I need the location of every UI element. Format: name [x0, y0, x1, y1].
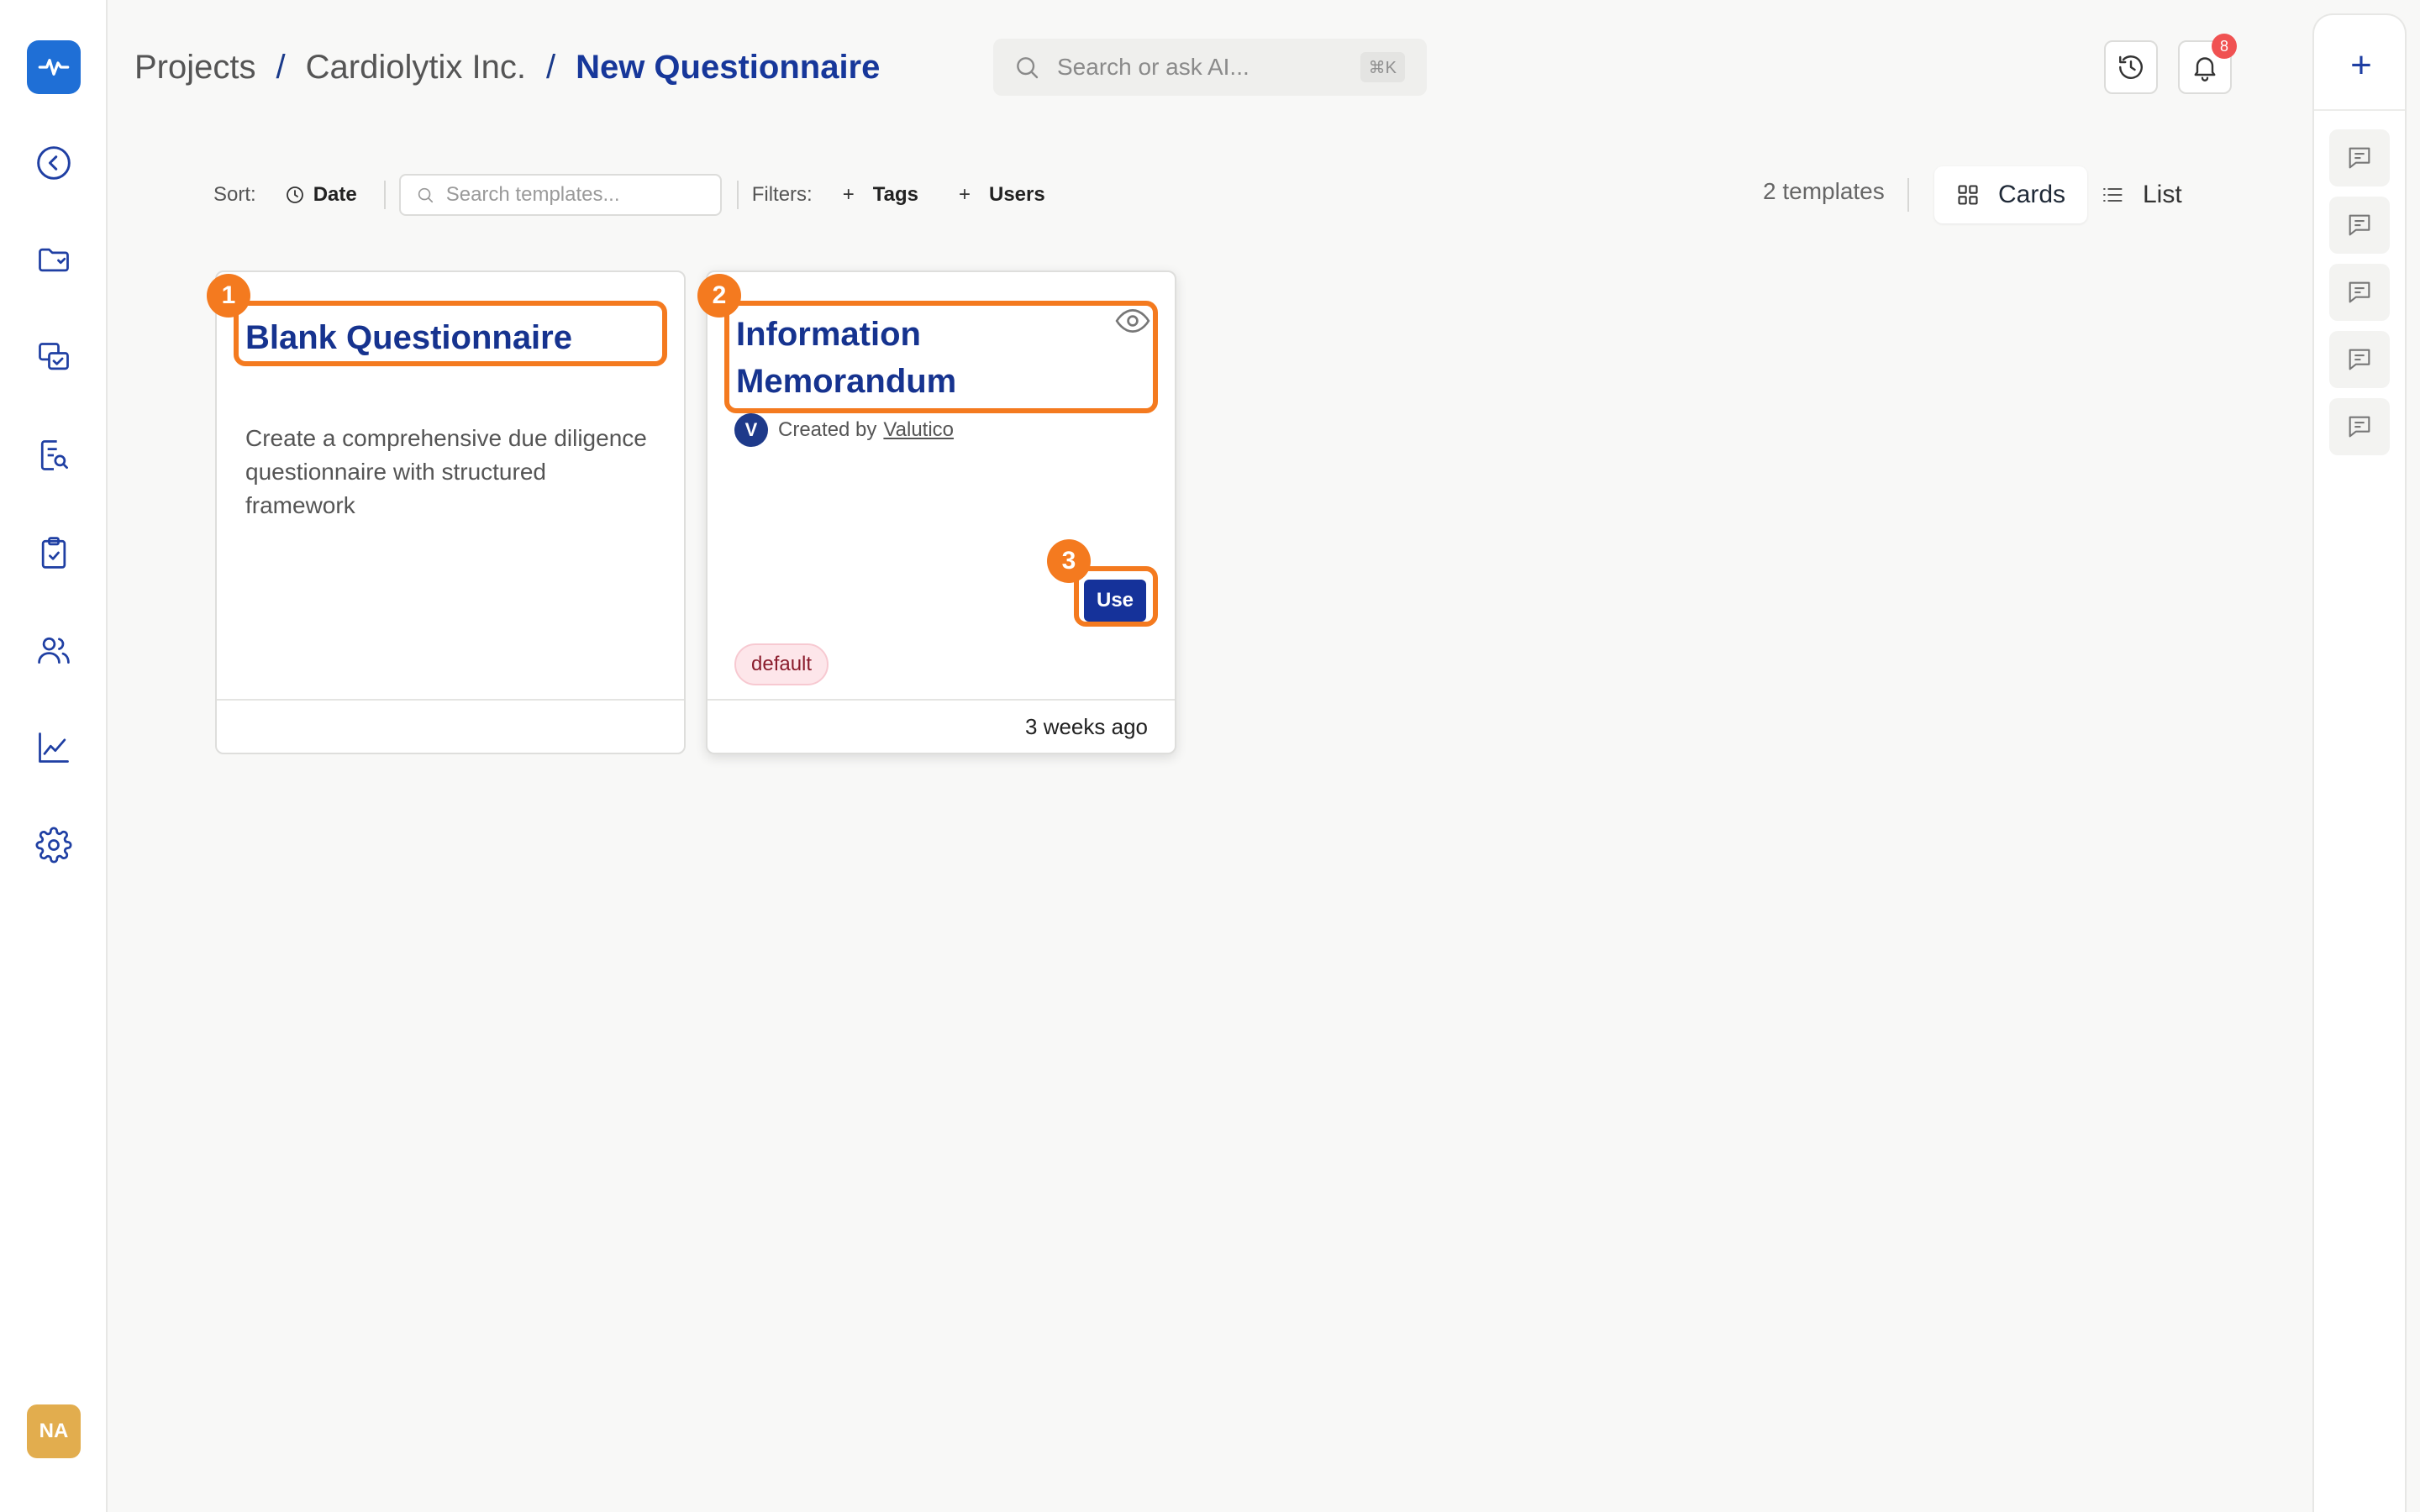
breadcrumb: Projects / Cardiolytix Inc. / New Questi… [134, 44, 880, 91]
plus-icon: + [842, 183, 855, 206]
left-sidebar: NA [0, 0, 108, 1512]
search-icon [418, 187, 433, 203]
templates-toolbar: Sort: Date Search templates... Filters: … [213, 171, 1045, 218]
folder-icon[interactable] [34, 240, 74, 281]
comment-thread-button[interactable] [2329, 197, 2390, 254]
gear-icon[interactable] [34, 825, 74, 865]
filter-users-label: Users [988, 183, 1045, 206]
plus-icon: + [958, 183, 971, 206]
breadcrumb-separator: / [276, 48, 286, 86]
filter-tags-button[interactable]: + Tags [843, 183, 918, 207]
template-title[interactable]: Information Memorandum [736, 311, 1106, 405]
clock-icon [286, 186, 303, 203]
step-marker-2: 2 [697, 274, 741, 318]
chart-line-icon[interactable] [34, 727, 74, 768]
comment-icon [2349, 416, 2370, 438]
avatar[interactable]: NA [27, 1404, 81, 1458]
valutico-logo-icon: V [734, 413, 768, 447]
document-search-icon[interactable] [34, 435, 74, 475]
template-card[interactable]: Information Memorandum V Created by Valu… [706, 270, 1176, 754]
eye-icon[interactable] [1114, 306, 1151, 336]
template-title[interactable]: Blank Questionnaire [245, 314, 657, 361]
template-timestamp: 3 weeks ago [1025, 714, 1148, 739]
template-description: Create a comprehensive due diligence que… [245, 425, 647, 518]
sort-value: Date [313, 183, 357, 206]
comment-icon [2349, 147, 2370, 169]
comment-thread-button[interactable] [2329, 331, 2390, 388]
search-icon [1017, 57, 1039, 79]
add-comment-button[interactable]: + [2343, 45, 2380, 86]
filter-users-button[interactable]: + Users [959, 183, 1045, 207]
back-arrow-icon[interactable] [34, 143, 74, 183]
sort-label: Sort: [213, 183, 256, 206]
template-search-input[interactable]: Search templates... [398, 174, 722, 216]
bell-icon [2194, 57, 2216, 81]
page-title: New Questionnaire [576, 48, 881, 86]
comment-thread-button[interactable] [2329, 264, 2390, 321]
rail-divider [2314, 109, 2405, 111]
grid-icon [1958, 185, 1978, 205]
view-list-button[interactable]: List [2079, 166, 2204, 223]
clipboard-icon[interactable] [34, 533, 74, 573]
search-shortcut-hint: ⌘K [1360, 52, 1405, 82]
template-card[interactable]: Blank Questionnaire Create a comprehensi… [215, 270, 686, 754]
filters-label: Filters: [751, 183, 813, 206]
notification-badge: 8 [2212, 34, 2237, 59]
sort-date-button[interactable]: Date [285, 183, 357, 207]
template-creator: V Created by Valutico [734, 413, 954, 447]
creator-link[interactable]: Valutico [883, 418, 954, 442]
step-marker-3: 3 [1047, 539, 1091, 583]
template-tag: default [734, 643, 829, 685]
step-marker-1: 1 [207, 274, 250, 318]
template-search-placeholder: Search templates... [445, 183, 620, 206]
breadcrumb-projects[interactable]: Projects [134, 49, 256, 87]
creator-prefix: Created by [778, 418, 877, 441]
view-list-label: List [2143, 181, 2182, 208]
view-cards-label: Cards [1998, 181, 2066, 208]
card-footer [217, 699, 684, 753]
comment-icon [2349, 214, 2370, 236]
heartbeat-logo-icon[interactable] [27, 40, 81, 94]
users-icon[interactable] [34, 630, 74, 670]
global-search-input[interactable]: Search or ask AI... ⌘K [993, 39, 1427, 96]
card-footer: 3 weeks ago [708, 699, 1175, 753]
filter-tags-label: Tags [872, 183, 918, 206]
toolbar-divider [736, 181, 739, 209]
history-button[interactable] [2104, 40, 2158, 94]
toolbar-divider [1907, 178, 1909, 212]
right-rail: + [2312, 13, 2407, 1512]
template-count: 2 templates [1763, 178, 1885, 204]
history-icon [2119, 55, 2143, 79]
use-template-button[interactable]: Use [1084, 580, 1146, 622]
comment-thread-button[interactable] [2329, 398, 2390, 455]
comment-icon [2349, 281, 2370, 303]
chat-check-icon[interactable] [34, 338, 74, 378]
list-icon [2103, 187, 2123, 202]
breadcrumb-company[interactable]: Cardiolytix Inc. [306, 49, 526, 87]
comment-icon [2349, 349, 2370, 370]
breadcrumb-separator: / [545, 48, 556, 86]
comment-thread-button[interactable] [2329, 129, 2390, 186]
search-placeholder: Search or ask AI... [1057, 54, 1249, 80]
toolbar-divider [383, 181, 386, 209]
view-cards-button[interactable]: Cards [1934, 166, 2088, 223]
notifications-button[interactable]: 8 [2178, 34, 2237, 94]
